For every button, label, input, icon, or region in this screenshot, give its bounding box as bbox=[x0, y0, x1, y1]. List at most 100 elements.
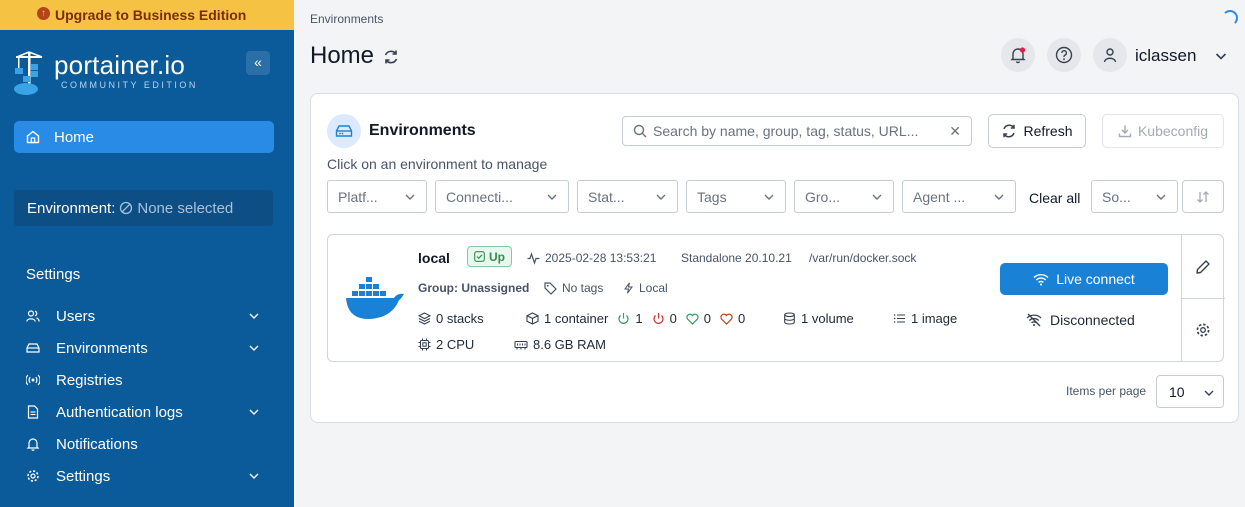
sidebar: ↑ Upgrade to Business Edition portainer.… bbox=[0, 0, 294, 507]
cpu-count: 2 CPU bbox=[418, 337, 474, 352]
healthy-count: 0 bbox=[703, 311, 712, 326]
power-running-icon bbox=[617, 312, 630, 325]
sidebar-item-authentication-logs[interactable]: Authentication logs bbox=[26, 400, 266, 424]
chevron-down-icon[interactable] bbox=[248, 342, 260, 354]
chevron-down-icon bbox=[546, 191, 558, 203]
bell-icon bbox=[1009, 46, 1027, 64]
wifi-icon bbox=[1033, 273, 1049, 286]
check-square-icon bbox=[474, 251, 485, 262]
search-input[interactable] bbox=[653, 123, 943, 139]
portainer-logo[interactable]: portainer.io COMMUNITY EDITION bbox=[12, 48, 198, 98]
volumes-text: 1 volume bbox=[801, 311, 854, 326]
chevron-down-icon bbox=[1203, 387, 1215, 399]
sidebar-item-label: Notifications bbox=[56, 435, 138, 453]
live-connect-button[interactable]: Live connect bbox=[1000, 263, 1168, 295]
environment-card[interactable]: local Up 2025-02-28 13:53:21 Standalone … bbox=[327, 234, 1225, 362]
sidebar-item-label: Home bbox=[54, 128, 95, 146]
page-title: Home bbox=[310, 42, 400, 70]
help-button[interactable] bbox=[1047, 38, 1081, 72]
sidebar-item-label: Authentication logs bbox=[56, 403, 183, 421]
items-per-page-select[interactable]: 10 bbox=[1156, 375, 1224, 408]
images-text: 1 image bbox=[911, 311, 958, 326]
sort-select[interactable]: So... bbox=[1091, 180, 1178, 213]
sort-direction-button[interactable] bbox=[1182, 180, 1224, 213]
docker-icon bbox=[344, 273, 408, 323]
refresh-button[interactable]: Refresh bbox=[988, 114, 1086, 148]
divider bbox=[1182, 298, 1225, 299]
notifications-button[interactable] bbox=[1001, 38, 1035, 72]
logo-title: portainer.io bbox=[54, 50, 186, 80]
items-per-page-label: Items per page bbox=[1066, 384, 1147, 398]
database-icon bbox=[783, 312, 796, 325]
images-count: 1 image bbox=[893, 311, 957, 326]
breadcrumb[interactable]: Environments bbox=[310, 12, 383, 26]
heart-healthy-icon bbox=[686, 313, 699, 325]
filter-group[interactable]: Gro... bbox=[794, 180, 894, 213]
filter-label: Connecti... bbox=[446, 188, 513, 205]
panel-title: Environments bbox=[369, 122, 476, 139]
sort-label: So... bbox=[1102, 188, 1131, 205]
wifi-off-icon bbox=[1026, 313, 1042, 327]
sidebar-item-notifications[interactable]: Notifications bbox=[26, 432, 266, 456]
sidebar-item-users[interactable]: Users bbox=[26, 304, 266, 328]
type-text: Local bbox=[639, 281, 668, 295]
upgrade-banner[interactable]: ↑ Upgrade to Business Edition bbox=[0, 0, 294, 30]
chevron-down-icon[interactable] bbox=[1214, 49, 1228, 63]
search-field[interactable]: ✕ bbox=[622, 116, 972, 146]
user-name[interactable]: iclassen bbox=[1135, 46, 1196, 66]
card-actions bbox=[1181, 235, 1225, 361]
live-connect-label: Live connect bbox=[1056, 271, 1135, 287]
chevron-down-icon[interactable] bbox=[248, 310, 260, 322]
chevron-down-icon[interactable] bbox=[248, 406, 260, 418]
running-count: 1 bbox=[635, 311, 643, 326]
platform-version: Standalone 20.10.21 bbox=[681, 251, 792, 265]
filter-platform[interactable]: Platf... bbox=[327, 180, 427, 213]
sidebar-item-registries[interactable]: Registries bbox=[26, 368, 266, 392]
filter-agent[interactable]: Agent ... bbox=[902, 180, 1016, 213]
chevron-down-icon[interactable] bbox=[248, 470, 260, 482]
filter-tags[interactable]: Tags bbox=[686, 180, 786, 213]
filter-status[interactable]: Stat... bbox=[577, 180, 678, 213]
clear-search-icon[interactable]: ✕ bbox=[949, 123, 961, 140]
status-text: Up bbox=[489, 249, 505, 264]
users-icon bbox=[26, 309, 40, 323]
edit-pencil-icon[interactable] bbox=[1195, 259, 1211, 275]
ram-amount: 8.6 GB RAM bbox=[514, 337, 606, 352]
user-icon bbox=[1102, 47, 1118, 63]
collapse-sidebar-button[interactable]: « bbox=[246, 51, 270, 75]
environment-label: Environment: bbox=[27, 199, 116, 217]
kubeconfig-button[interactable]: Kubeconfig bbox=[1102, 114, 1224, 148]
filter-connection[interactable]: Connecti... bbox=[435, 180, 569, 213]
environments-panel: Environments ✕ Refresh Kubeconfig Click … bbox=[310, 93, 1239, 423]
list-icon bbox=[893, 312, 906, 325]
timestamp-text: 2025-02-28 13:53:21 bbox=[545, 251, 657, 265]
sort-arrows-icon bbox=[1196, 190, 1210, 204]
sidebar-item-environments[interactable]: Environments bbox=[26, 336, 266, 360]
panel-hint: Click on an environment to manage bbox=[327, 156, 548, 172]
cpu-icon bbox=[418, 338, 431, 351]
home-icon bbox=[26, 130, 40, 144]
status-badge: Up bbox=[467, 246, 512, 267]
user-menu-button[interactable] bbox=[1093, 38, 1127, 72]
refresh-icon bbox=[1001, 123, 1017, 139]
sidebar-item-label: Environments bbox=[56, 339, 148, 357]
environments-icon bbox=[26, 341, 40, 355]
connection-status-text: Disconnected bbox=[1050, 312, 1135, 328]
filter-label: Tags bbox=[697, 188, 727, 205]
registries-icon bbox=[26, 373, 40, 387]
portainer-crane-icon bbox=[12, 48, 48, 98]
containers-text: 1 container bbox=[544, 311, 609, 326]
filter-label: Stat... bbox=[588, 188, 625, 205]
sidebar-item-settings[interactable]: Settings bbox=[26, 464, 266, 488]
chevron-down-icon bbox=[993, 191, 1005, 203]
containers-count: 1 container 1 0 0 0 bbox=[526, 311, 745, 326]
heart-unhealthy-icon bbox=[720, 313, 733, 325]
refresh-button-label: Refresh bbox=[1023, 123, 1073, 139]
gear-icon[interactable] bbox=[1195, 322, 1211, 338]
power-stopped-icon bbox=[652, 312, 665, 325]
refresh-icon[interactable] bbox=[382, 48, 400, 66]
clear-all-button[interactable]: Clear all bbox=[1029, 190, 1080, 206]
items-per-page-value: 10 bbox=[1169, 383, 1185, 400]
filter-label: Platf... bbox=[338, 188, 378, 205]
sidebar-item-home[interactable]: Home bbox=[14, 121, 274, 153]
